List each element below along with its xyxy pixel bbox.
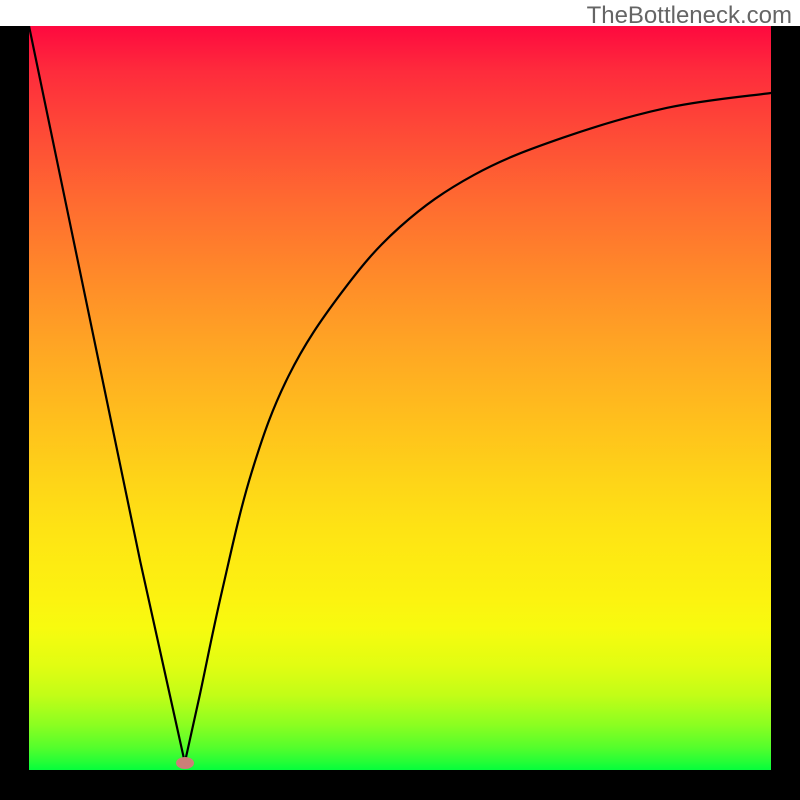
curve-left-branch xyxy=(29,26,185,763)
curve-right-branch xyxy=(185,93,771,763)
plot-area xyxy=(29,26,771,770)
curve-svg xyxy=(29,26,771,770)
bottleneck-marker xyxy=(176,757,194,769)
chart-container: TheBottleneck.com xyxy=(0,0,800,800)
watermark-text: TheBottleneck.com xyxy=(587,2,792,30)
